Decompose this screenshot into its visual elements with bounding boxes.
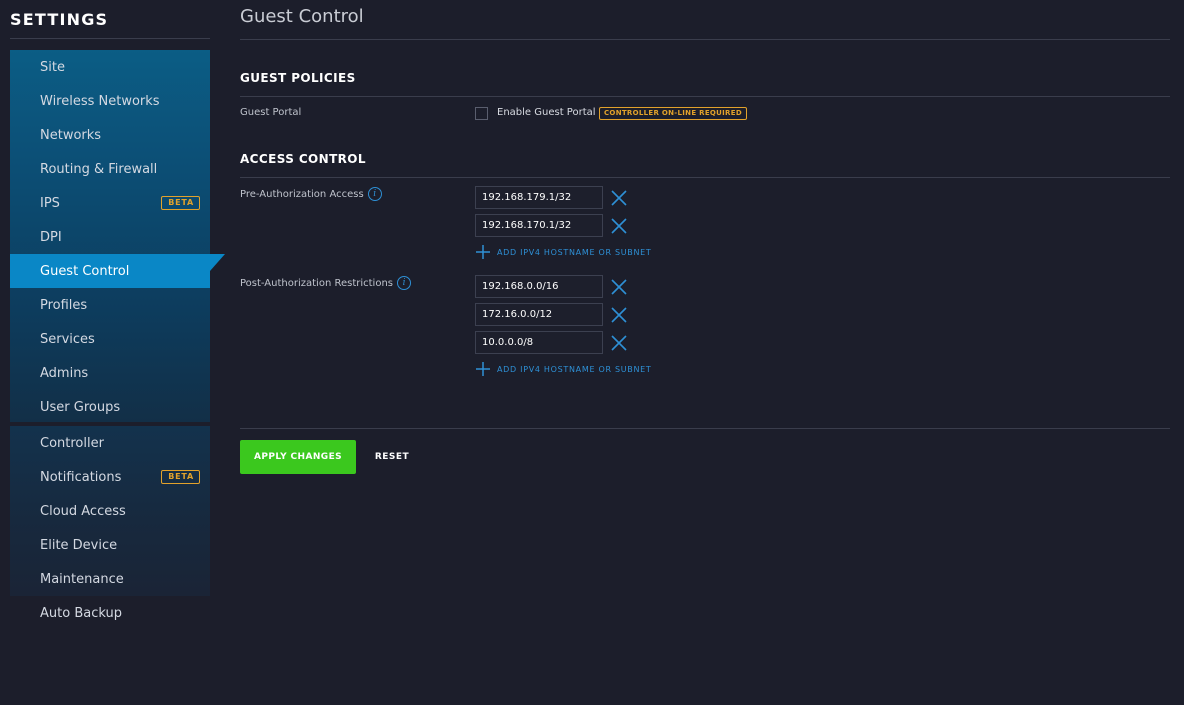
sidebar-item-admins[interactable]: Admins xyxy=(10,356,210,390)
post-auth-entry-input[interactable] xyxy=(475,303,603,326)
add-post-auth-subnet-link[interactable]: ADD IPV4 HOSTNAME OR SUBNET xyxy=(475,361,652,377)
close-icon[interactable] xyxy=(610,334,628,352)
sidebar-item-wireless-networks[interactable]: Wireless Networks xyxy=(10,84,210,118)
access-control-heading: ACCESS CONTROL xyxy=(240,152,366,166)
sidebar-item-label: Maintenance xyxy=(40,571,124,587)
sidebar-item-controller[interactable]: Controller xyxy=(10,426,210,460)
pre-auth-field: Pre-Authorization Access i xyxy=(240,187,382,201)
sidebar-divider xyxy=(10,38,210,39)
apply-changes-button[interactable]: APPLY CHANGES xyxy=(240,440,356,474)
post-auth-entry-input[interactable] xyxy=(475,275,603,298)
close-icon[interactable] xyxy=(610,306,628,324)
plus-icon xyxy=(476,362,490,376)
sidebar-item-networks[interactable]: Networks xyxy=(10,118,210,152)
sidebar-title: SETTINGS xyxy=(10,10,109,29)
sidebar-item-label: Auto Backup xyxy=(40,605,122,621)
sidebar-item-label: Profiles xyxy=(40,297,88,313)
sidebar-item-label: Admins xyxy=(40,365,89,381)
section-divider xyxy=(240,96,1170,97)
sidebar-item-label: Cloud Access xyxy=(40,503,126,519)
active-item-pointer xyxy=(210,254,225,271)
settings-sidebar: SETTINGS Site Wireless Networks Networks… xyxy=(0,0,230,705)
close-icon[interactable] xyxy=(610,217,628,235)
sidebar-item-routing-firewall[interactable]: Routing & Firewall xyxy=(10,152,210,186)
info-icon[interactable]: i xyxy=(397,276,412,290)
enable-guest-portal-label[interactable]: Enable Guest Portal xyxy=(497,107,596,118)
beta-badge: BETA xyxy=(161,196,200,210)
pre-auth-entry-input[interactable] xyxy=(475,186,603,209)
sidebar-item-label: Wireless Networks xyxy=(40,93,160,109)
post-auth-label: Post-Authorization Restrictions xyxy=(240,277,394,289)
sidebar-item-label: User Groups xyxy=(40,399,121,415)
reset-button[interactable]: RESET xyxy=(366,440,418,474)
actions-divider xyxy=(240,428,1170,429)
sidebar-item-notifications[interactable]: Notifications BETA xyxy=(10,460,210,494)
pre-auth-entry-input[interactable] xyxy=(475,214,603,237)
sidebar-item-label: Networks xyxy=(40,127,102,143)
info-icon[interactable]: i xyxy=(367,187,382,201)
sidebar-item-dpi[interactable]: DPI xyxy=(10,220,210,254)
sidebar-item-label: Guest Control xyxy=(40,263,130,279)
sidebar-item-maintenance[interactable]: Maintenance xyxy=(10,562,210,596)
sidebar-item-services[interactable]: Services xyxy=(10,322,210,356)
sidebar-item-ips[interactable]: IPS BETA xyxy=(10,186,210,220)
add-link-label: ADD IPV4 HOSTNAME OR SUBNET xyxy=(497,247,652,257)
pre-auth-label: Pre-Authorization Access xyxy=(240,188,364,200)
guest-policies-heading: GUEST POLICIES xyxy=(240,71,356,85)
plus-icon xyxy=(476,245,490,259)
sidebar-item-guest-control[interactable]: Guest Control xyxy=(10,254,210,288)
post-auth-entry-input[interactable] xyxy=(475,331,603,354)
sidebar-item-profiles[interactable]: Profiles xyxy=(10,288,210,322)
post-auth-field: Post-Authorization Restrictions i xyxy=(240,276,412,290)
controller-online-badge: CONTROLLER ON-LINE REQUIRED xyxy=(599,107,747,120)
sidebar-item-label: Controller xyxy=(40,435,104,451)
page-title: Guest Control xyxy=(240,6,364,27)
sidebar-item-site[interactable]: Site xyxy=(10,50,210,84)
section-divider xyxy=(240,177,1170,178)
add-pre-auth-subnet-link[interactable]: ADD IPV4 HOSTNAME OR SUBNET xyxy=(475,244,652,260)
close-icon[interactable] xyxy=(610,189,628,207)
sidebar-item-label: Site xyxy=(40,59,65,75)
add-link-label: ADD IPV4 HOSTNAME OR SUBNET xyxy=(497,364,652,374)
sidebar-item-elite-device[interactable]: Elite Device xyxy=(10,528,210,562)
sidebar-item-label: DPI xyxy=(40,229,62,245)
sidebar-item-label: Routing & Firewall xyxy=(40,161,158,177)
title-divider xyxy=(240,39,1170,40)
sidebar-item-label: Elite Device xyxy=(40,537,118,553)
sidebar-item-label: IPS xyxy=(40,195,60,211)
guest-portal-label: Guest Portal xyxy=(240,107,302,118)
sidebar-item-label: Notifications xyxy=(40,469,122,485)
close-icon[interactable] xyxy=(610,278,628,296)
enable-guest-portal-checkbox[interactable] xyxy=(475,107,488,120)
sidebar-item-label: Services xyxy=(40,331,95,347)
sidebar-item-auto-backup[interactable]: Auto Backup xyxy=(10,596,210,630)
beta-badge: BETA xyxy=(161,470,200,484)
sidebar-item-user-groups[interactable]: User Groups xyxy=(10,390,210,424)
sidebar-item-cloud-access[interactable]: Cloud Access xyxy=(10,494,210,528)
